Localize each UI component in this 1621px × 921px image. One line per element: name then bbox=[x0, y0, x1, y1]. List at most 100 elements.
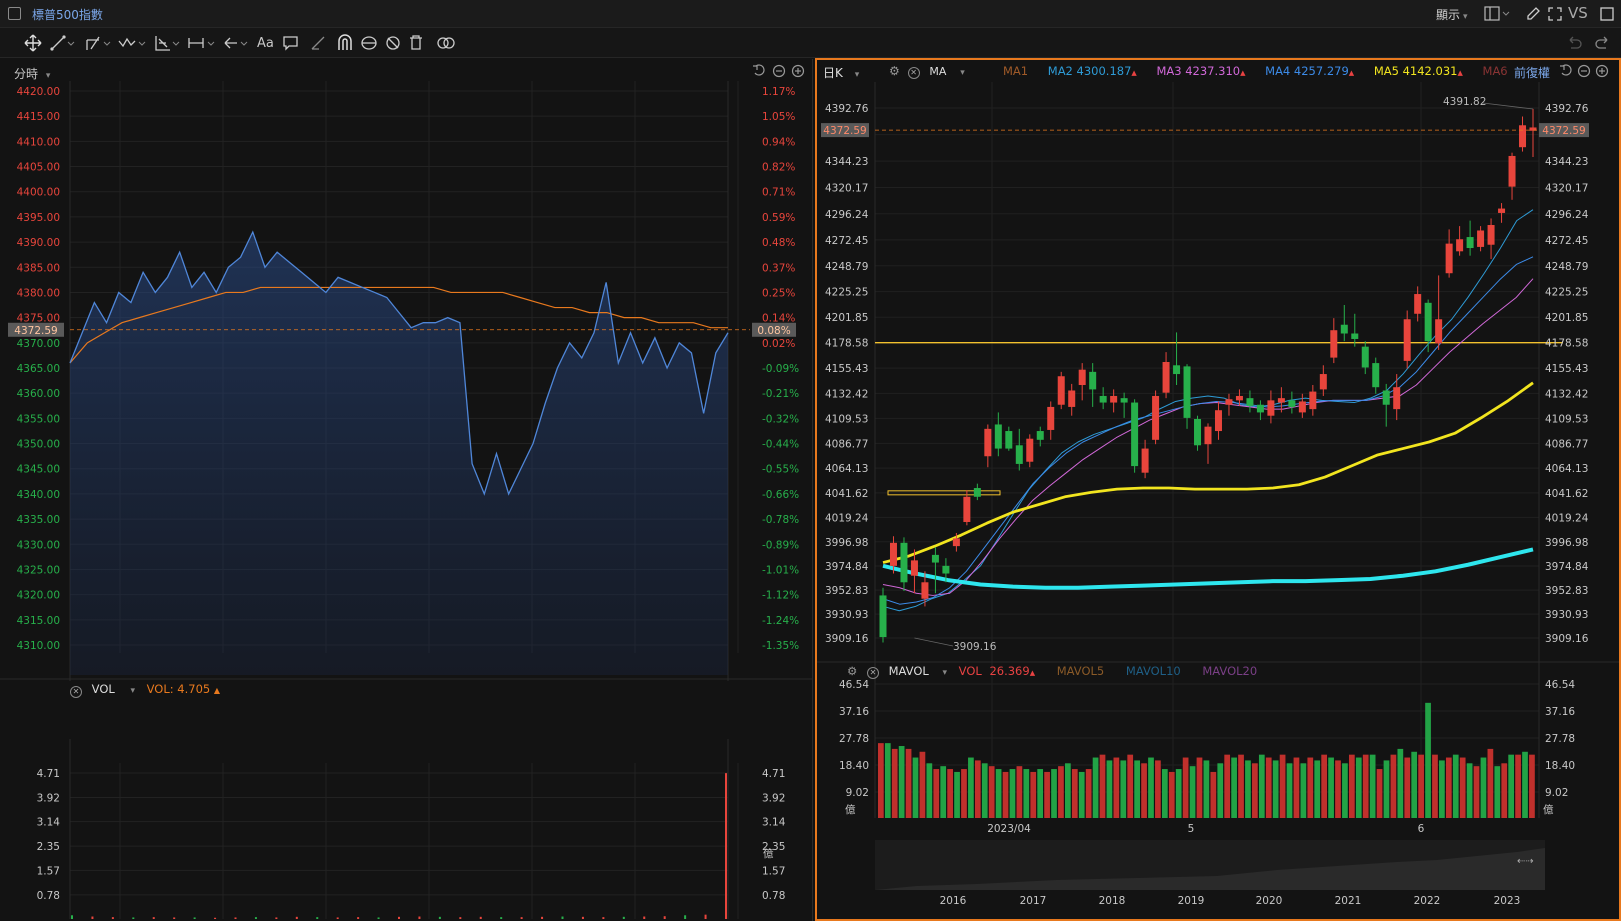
candle-body[interactable] bbox=[1508, 155, 1516, 187]
window-icon[interactable] bbox=[8, 7, 21, 20]
candle-body[interactable] bbox=[1225, 399, 1233, 405]
mavol-close-icon[interactable]: ✕ bbox=[866, 667, 879, 679]
candle-body[interactable] bbox=[1351, 333, 1359, 339]
ma-settings-icon[interactable]: ⚙ bbox=[889, 64, 900, 78]
candle-body[interactable] bbox=[1288, 400, 1296, 407]
candle-body[interactable] bbox=[1183, 366, 1191, 418]
daily-zoom-in-icon[interactable] bbox=[1595, 64, 1609, 78]
candle-body[interactable] bbox=[1089, 371, 1097, 390]
ma-close-icon[interactable]: ✕ bbox=[907, 67, 920, 79]
candle-body[interactable] bbox=[1361, 346, 1369, 368]
mavol10-label[interactable]: MAVOL10 bbox=[1126, 664, 1181, 678]
mavol-indicator-label[interactable]: MAVOL bbox=[889, 664, 929, 678]
candle-body[interactable] bbox=[1036, 431, 1044, 440]
compare-circles-icon[interactable] bbox=[436, 32, 456, 54]
redo-icon[interactable] bbox=[1594, 32, 1612, 54]
adjust-selector[interactable]: 前復權 bbox=[1514, 64, 1550, 81]
arrow-tool-icon[interactable] bbox=[222, 32, 250, 54]
vol-indicator-label[interactable]: VOL bbox=[92, 682, 115, 696]
candle-body[interactable] bbox=[1141, 448, 1149, 473]
candle-body[interactable] bbox=[1005, 431, 1013, 449]
candle-body[interactable] bbox=[1235, 395, 1243, 401]
candle-body[interactable] bbox=[879, 595, 887, 638]
zoom-out-icon[interactable] bbox=[772, 64, 786, 78]
candle-body[interactable] bbox=[1340, 324, 1348, 334]
candle-body[interactable] bbox=[1519, 125, 1527, 148]
candle-body[interactable] bbox=[1256, 404, 1264, 413]
candle-body[interactable] bbox=[952, 538, 960, 547]
window-close-icon[interactable] bbox=[1599, 6, 1615, 22]
mavol20-label[interactable]: MAVOL20 bbox=[1202, 664, 1257, 678]
display-menu[interactable]: 顯示 ▾ bbox=[1436, 6, 1468, 23]
candle-body[interactable] bbox=[1309, 391, 1317, 410]
daily-period-selector[interactable]: 日K ▾ bbox=[823, 64, 859, 81]
daily-reset-icon[interactable] bbox=[1560, 64, 1572, 76]
candle-body[interactable] bbox=[1298, 401, 1306, 413]
candle-body[interactable] bbox=[1078, 369, 1086, 386]
candle-body[interactable] bbox=[1330, 330, 1338, 358]
ma3-label[interactable]: MA3 bbox=[1156, 64, 1181, 78]
candle-body[interactable] bbox=[1372, 363, 1380, 388]
measure-tool-icon[interactable] bbox=[187, 32, 217, 54]
candle-body[interactable] bbox=[1099, 395, 1107, 403]
candle-body[interactable] bbox=[1382, 390, 1390, 405]
ma1-label[interactable]: MA1 bbox=[1003, 64, 1028, 78]
candle-body[interactable] bbox=[1319, 374, 1327, 390]
text-tool-button[interactable]: Aa bbox=[257, 32, 274, 54]
candle-body[interactable] bbox=[963, 496, 971, 523]
candle-body[interactable] bbox=[1194, 418, 1202, 446]
vol-close-icon[interactable]: ✕ bbox=[70, 686, 82, 698]
daily-zoom-out-icon[interactable] bbox=[1577, 64, 1591, 78]
candle-body[interactable] bbox=[1152, 395, 1160, 440]
candle-body[interactable] bbox=[1267, 400, 1275, 416]
candle-body[interactable] bbox=[984, 428, 992, 457]
candle-body[interactable] bbox=[1173, 365, 1181, 375]
candle-body[interactable] bbox=[931, 554, 939, 563]
candle-body[interactable] bbox=[1131, 402, 1139, 467]
ma2-label[interactable]: MA2 bbox=[1048, 64, 1073, 78]
fib-tool-icon[interactable] bbox=[154, 32, 182, 54]
candle-body[interactable] bbox=[973, 488, 981, 497]
candle-body[interactable] bbox=[1498, 208, 1506, 213]
candle-body[interactable] bbox=[1162, 361, 1170, 393]
candle-body[interactable] bbox=[1057, 376, 1065, 405]
candle-body[interactable] bbox=[1110, 395, 1118, 403]
candle-body[interactable] bbox=[1477, 230, 1485, 247]
candle-body[interactable] bbox=[1424, 302, 1432, 342]
candle-body[interactable] bbox=[1414, 294, 1422, 314]
candle-body[interactable] bbox=[1277, 398, 1285, 403]
candle-body[interactable] bbox=[942, 565, 950, 574]
candle-body[interactable] bbox=[1026, 438, 1034, 462]
daily-candlestick-chart[interactable]: 4392.76 4344.23 4320.17 4296.24 4272.45 4248.… bbox=[817, 82, 1619, 682]
navigator-handle-icon[interactable]: ⇠⇢ bbox=[1517, 856, 1534, 867]
candle-body[interactable] bbox=[1214, 410, 1222, 432]
ruler-tool-icon[interactable] bbox=[310, 32, 326, 54]
reset-icon[interactable] bbox=[753, 64, 765, 76]
candle-body[interactable] bbox=[889, 542, 897, 566]
intraday-period-selector[interactable]: 分時 ▾ bbox=[14, 65, 50, 82]
vs-button[interactable]: VS bbox=[1568, 4, 1588, 22]
candle-body[interactable] bbox=[1403, 319, 1411, 361]
candle-body[interactable] bbox=[921, 582, 929, 599]
mavol-settings-icon[interactable]: ⚙ bbox=[847, 664, 857, 678]
trash-icon[interactable] bbox=[408, 32, 424, 54]
candle-body[interactable] bbox=[1393, 387, 1401, 410]
candle-body[interactable] bbox=[1435, 319, 1443, 344]
candle-body[interactable] bbox=[1047, 406, 1055, 430]
trendline-tool-icon[interactable] bbox=[50, 32, 76, 54]
candle-body[interactable] bbox=[1120, 398, 1128, 403]
ma-indicator-label[interactable]: MA bbox=[929, 65, 946, 78]
eye-lock-icon[interactable] bbox=[360, 32, 378, 54]
mavol5-label[interactable]: MAVOL5 bbox=[1057, 664, 1105, 678]
candle-body[interactable] bbox=[910, 560, 918, 576]
undo-icon[interactable] bbox=[1565, 32, 1583, 54]
daily-volume-chart[interactable]: 46.54 37.16 27.78 18.40 9.02 46.54 37.16 27.78… bbox=[817, 680, 1619, 921]
ma6-label[interactable]: MA6 bbox=[1483, 64, 1508, 78]
candle-body[interactable] bbox=[1487, 225, 1495, 245]
candle-body[interactable] bbox=[1466, 237, 1474, 249]
candle-body[interactable] bbox=[900, 542, 908, 583]
candle-body[interactable] bbox=[1445, 243, 1453, 274]
zigzag-tool-icon[interactable] bbox=[118, 32, 148, 54]
window-title[interactable]: 標普500指數 bbox=[32, 6, 103, 23]
channel-tool-icon[interactable] bbox=[85, 32, 113, 54]
